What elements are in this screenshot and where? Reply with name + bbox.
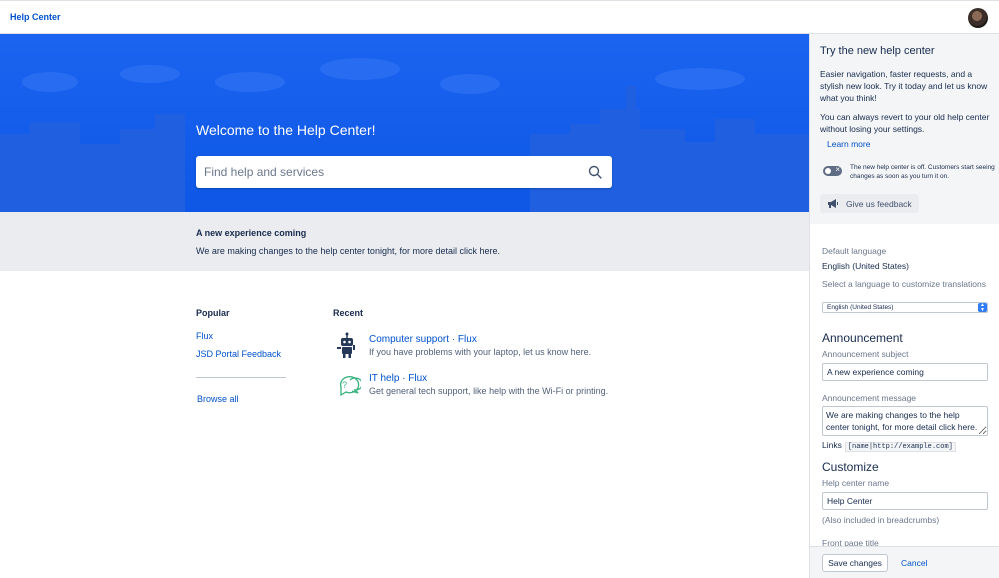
user-avatar[interactable]	[968, 8, 988, 28]
popular-heading: Popular	[196, 308, 230, 318]
try-revert-note: You can always revert to your old help c…	[820, 112, 990, 134]
search-input[interactable]	[204, 162, 574, 182]
help-center-name-input[interactable]	[822, 492, 988, 510]
panel-footer: Save changes Cancel	[810, 546, 999, 578]
popular-link-jsd-portal-feedback[interactable]: JSD Portal Feedback	[196, 349, 281, 359]
links-syntax-code: [name|http://example.com]	[844, 442, 956, 452]
recent-heading: Recent	[333, 308, 364, 318]
announcement-message-label: Announcement message	[822, 393, 917, 403]
announcement-title: A new experience coming	[196, 228, 307, 238]
try-new-help-center-section: Try the new help center Easier navigatio…	[810, 34, 999, 224]
select-arrows-icon: ▲ ▼	[978, 303, 987, 312]
popular-link-flux[interactable]: Flux	[196, 331, 213, 341]
megaphone-icon	[828, 199, 838, 208]
announcement-subject-input[interactable]	[822, 363, 988, 381]
give-feedback-button[interactable]: Give us feedback	[820, 194, 919, 213]
hero-banner: Welcome to the Help Center!	[0, 34, 809, 212]
recent-item-description: Get general tech support, like help with…	[369, 386, 609, 396]
announcement-section-heading: Announcement	[822, 331, 903, 345]
customize-section-heading: Customize	[822, 460, 879, 474]
default-language-label: Default language	[822, 246, 887, 256]
top-navigation: Help Center	[0, 0, 999, 34]
select-language-label: Select a language to customize translati…	[822, 279, 986, 289]
toggle-knob	[825, 168, 831, 174]
chat-question-icon: ?	[339, 376, 361, 397]
popular-divider	[196, 377, 286, 378]
learn-more-link[interactable]: Learn more	[827, 139, 870, 149]
browse-all-link[interactable]: Browse all	[197, 394, 239, 404]
robot-icon	[337, 332, 355, 358]
toggle-description: The new help center is off. Customers st…	[850, 164, 995, 180]
announcement-banner: A new experience coming We are making ch…	[0, 212, 809, 271]
try-description: Easier navigation, faster requests, and …	[820, 69, 988, 103]
cancel-button[interactable]: Cancel	[901, 558, 927, 568]
search-box	[196, 156, 612, 188]
language-select[interactable]: English (United States) ▲ ▼	[822, 302, 988, 313]
announcement-subject-label: Announcement subject	[822, 349, 909, 359]
recent-item-it-help[interactable]: ? IT help · Flux Get general tech suppor…	[333, 371, 633, 401]
help-center-name-note: (Also included in breadcrumbs)	[822, 515, 940, 525]
recent-item-title[interactable]: Computer support · Flux	[369, 334, 477, 345]
settings-panel: Try the new help center Easier navigatio…	[809, 34, 999, 578]
default-language-value: English (United States)	[822, 261, 909, 271]
svg-text:?: ?	[342, 380, 347, 390]
welcome-heading: Welcome to the Help Center!	[196, 122, 376, 138]
toggle-off-icon: ×	[835, 165, 840, 174]
search-icon[interactable]	[588, 165, 602, 179]
help-center-name-label: Help center name	[822, 478, 890, 488]
main-content: Welcome to the Help Center! A new experi…	[0, 34, 809, 578]
language-select-value: English (United States)	[827, 304, 894, 311]
try-title: Try the new help center	[820, 45, 935, 57]
give-feedback-label: Give us feedback	[846, 199, 912, 209]
announcement-message-textarea[interactable]: We are making changes to the help center…	[822, 406, 988, 436]
help-center-home-link[interactable]: Help Center	[10, 12, 61, 22]
recent-item-title[interactable]: IT help · Flux	[369, 373, 427, 384]
links-label: Links	[822, 440, 842, 450]
recent-item-description: If you have problems with your laptop, l…	[369, 347, 592, 357]
save-changes-button[interactable]: Save changes	[822, 554, 888, 572]
new-help-center-toggle[interactable]: ×	[823, 165, 842, 176]
recent-item-computer-support[interactable]: Computer support · Flux If you have prob…	[333, 332, 633, 362]
announcement-message[interactable]: We are making changes to the help center…	[196, 246, 500, 256]
links-hint: Links [name|http://example.com]	[822, 440, 956, 452]
